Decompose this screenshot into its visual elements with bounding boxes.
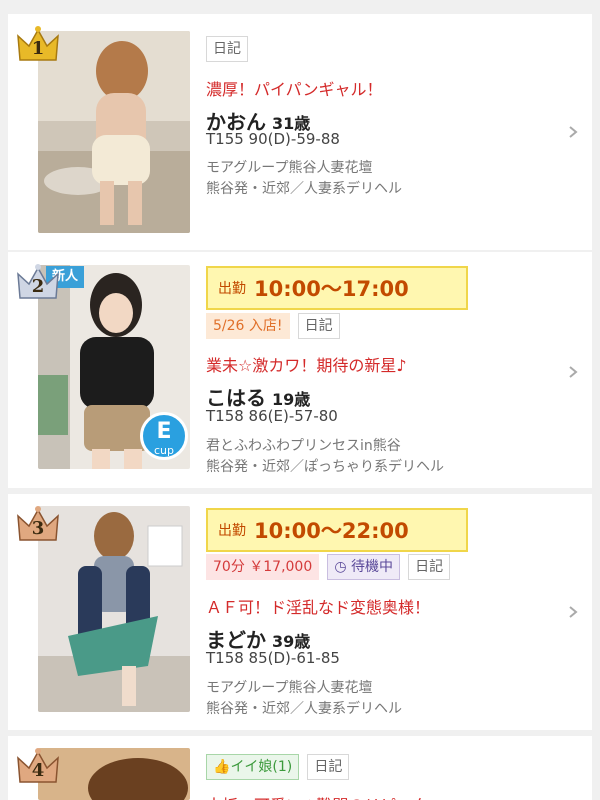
shop-area: 熊谷発・近郊／人妻系デリヘル — [206, 181, 402, 197]
shift-box: 出勤 10:00～22:00 — [206, 508, 468, 552]
shift-label: 出勤 — [218, 523, 246, 539]
catch-copy: 濃厚！パイパンギャル！ — [206, 80, 383, 99]
listing-card[interactable]: 新人 E cup 2 出勤 10:00～17:00 5/26 入店! 日記 業未… — [8, 252, 592, 488]
chevron-right-icon[interactable] — [566, 124, 580, 138]
cup-badge: E cup — [140, 412, 188, 460]
cup-label: cup — [153, 444, 174, 457]
body-size: T155 90(D)-59-88 — [206, 130, 340, 148]
profile-photo[interactable] — [38, 748, 190, 800]
diary-tag[interactable]: 日記 — [408, 554, 451, 580]
rank-number: 4 — [31, 760, 45, 781]
shift-time: 10:00～22:00 — [254, 519, 409, 543]
rank-number: 2 — [31, 276, 45, 297]
clock-icon: ◷ — [334, 559, 347, 575]
profile-photo[interactable] — [38, 506, 190, 712]
cup-letter: E — [156, 419, 172, 444]
listing-card[interactable]: 4 👍イイ娘(1) 日記 古板・可愛い★難関のリピーター — [8, 736, 592, 800]
like-text: イイ娘(1) — [230, 759, 293, 775]
shop-area: 熊谷発・近郊／ぽっちゃり系デリヘル — [206, 459, 444, 475]
rank-number: 1 — [31, 38, 45, 59]
diary-tag[interactable]: 日記 — [297, 313, 340, 339]
shop-name: モアグループ熊谷人妻花壇 — [206, 680, 373, 696]
rank-crown-bronze: 4 — [16, 746, 60, 786]
profile-photo[interactable] — [38, 31, 190, 233]
shift-time: 10:00～17:00 — [254, 277, 409, 301]
chevron-right-icon[interactable] — [566, 364, 580, 378]
chevron-right-icon[interactable] — [566, 604, 580, 618]
diary-tag[interactable]: 日記 — [307, 754, 350, 780]
standby-text: 待機中 — [351, 559, 394, 575]
catch-copy: ＡＦ可！ド淫乱なド変態奥様！ — [206, 598, 431, 617]
like-tag[interactable]: 👍イイ娘(1) — [206, 754, 300, 780]
rank-number: 3 — [31, 518, 45, 539]
thumbs-up-icon: 👍 — [213, 759, 231, 775]
body-size: T158 85(D)-61-85 — [206, 649, 340, 667]
join-date-tag: 5/26 入店! — [206, 313, 290, 339]
diary-tag[interactable]: 日記 — [206, 36, 248, 62]
shop-area: 熊谷発・近郊／人妻系デリヘル — [206, 701, 402, 717]
shift-label: 出勤 — [218, 281, 246, 297]
body-size: T158 86(E)-57-80 — [206, 407, 338, 425]
price-tag: 70分 ￥17,000 — [206, 554, 320, 580]
rank-crown-gold: 1 — [16, 24, 60, 64]
shop-name: モアグループ熊谷人妻花壇 — [206, 160, 373, 176]
catch-copy: 業未☆激カワ！期待の新星♪ — [206, 356, 407, 375]
rank-crown-bronze: 3 — [16, 504, 60, 544]
standby-tag: ◷ 待機中 — [327, 554, 401, 580]
shift-box: 出勤 10:00～17:00 — [206, 266, 468, 310]
listing-card[interactable]: 3 出勤 10:00～22:00 70分 ￥17,000 ◷ 待機中 日記 ＡＦ… — [8, 494, 592, 730]
rank-crown-silver: 2 — [16, 262, 60, 302]
shop-name: 君とふわふわプリンセスin熊谷 — [206, 438, 401, 454]
catch-copy: 古板・可愛い★難関のリピーター — [206, 792, 444, 800]
listing-card[interactable]: 1 日記 濃厚！パイパンギャル！ かおん 31歳 T155 90(D)-59-88… — [8, 14, 592, 250]
